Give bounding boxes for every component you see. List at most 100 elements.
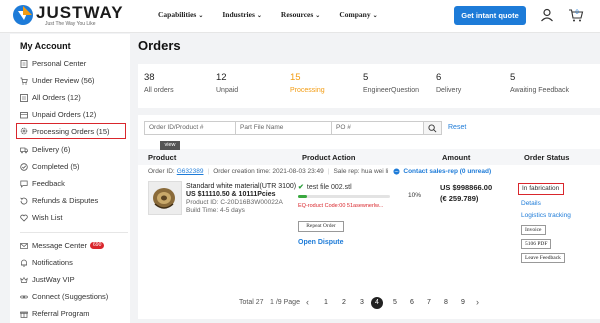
meta-separator: | <box>327 168 330 175</box>
sidebar-item-notifications[interactable]: Notifications <box>20 256 128 269</box>
instant-quote-button[interactable]: Get intant quote <box>454 6 526 25</box>
sidebar-item-referral[interactable]: Referral Program <box>20 307 128 320</box>
order-id-label: Order ID: <box>148 168 175 175</box>
chat-bubble-icon <box>393 168 400 175</box>
sidebar-item-personal-center[interactable]: Personal Center <box>20 57 128 70</box>
sidebar-item-label: Completed (5) <box>32 162 80 171</box>
link-icon <box>20 295 28 298</box>
sidebar-item-wish-list[interactable]: Wish List <box>20 211 128 224</box>
page-9[interactable]: 9 <box>457 297 469 309</box>
sidebar-item-message-center[interactable]: Message Center 690 <box>20 239 128 252</box>
sidebar-item-label: Refunds & Disputes <box>32 196 99 205</box>
stat-count: 5 <box>510 72 516 83</box>
upload-progress-percent: 10% <box>408 192 422 199</box>
sidebar-item-unpaid-orders[interactable]: Unpaid Orders (12) <box>20 108 128 121</box>
sidebar-item-label: Feedback <box>32 179 65 188</box>
sidebar-item-under-review[interactable]: Under Review (56) <box>20 74 128 87</box>
sidebar-item-label: All Orders (12) <box>32 93 81 102</box>
user-icon[interactable] <box>540 8 554 22</box>
contact-sales-rep-link[interactable]: Contact sales-rep (0 unread) <box>403 168 491 175</box>
amount-eur: (€ 259.789) <box>440 194 479 203</box>
check-icon: ✔ <box>298 184 304 191</box>
leave-feedback-button[interactable]: Leave Feedback <box>521 253 565 263</box>
main-nav: Capabilities ⌄ Industries ⌄ Resources ⌄ Com… <box>158 10 397 22</box>
stat-delivery[interactable]: 6 Delivery <box>436 72 461 94</box>
open-dispute-link[interactable]: Open Dispute <box>298 239 344 246</box>
nav-resources[interactable]: Resources ⌄ <box>281 10 320 22</box>
nav-company[interactable]: Company ⌄ <box>339 10 377 22</box>
nav-industries[interactable]: Industries ⌄ <box>222 10 262 22</box>
page-8[interactable]: 8 <box>440 297 452 309</box>
logistics-tracking-link[interactable]: Logistics tracking <box>521 212 571 219</box>
page-7[interactable]: 7 <box>423 297 435 309</box>
sidebar-item-all-orders[interactable]: All Orders (12) <box>20 91 128 104</box>
nav-capabilities[interactable]: Capabilities ⌄ <box>158 10 203 22</box>
sidebar-item-feedback[interactable]: Feedback <box>20 177 128 190</box>
check-circle-icon <box>20 162 28 171</box>
page-6[interactable]: 6 <box>406 297 418 309</box>
product-material: Standard white material(UTR 3100) <box>186 183 297 190</box>
brand-name: JUSTWAY <box>36 3 124 22</box>
sidebar-item-refunds[interactable]: Refunds & Disputes <box>20 194 128 207</box>
page-4-current[interactable]: 4 <box>371 297 383 309</box>
view-button[interactable]: view <box>160 141 180 150</box>
stat-awaiting-feedback[interactable]: 5 Awaiting Feedback <box>510 72 569 94</box>
message-count-badge: 690 <box>90 242 105 249</box>
col-product: Product <box>148 153 177 162</box>
next-page-icon[interactable]: › <box>476 297 479 307</box>
chevron-down-icon: ⌄ <box>198 13 204 19</box>
stat-engineer-question[interactable]: 5 EngineerQuestion <box>363 72 419 94</box>
sidebar-item-completed[interactable]: Completed (5) <box>20 160 128 173</box>
orders-main: Orders 38 All orders 12 Unpaid 15 Proces… <box>138 34 600 323</box>
pdf-button[interactable]: 5106 PDF <box>521 239 552 249</box>
chat-icon <box>20 180 28 188</box>
search-button[interactable] <box>424 121 442 135</box>
justway-logo[interactable]: JUSTWAY Just The Way You Like <box>12 3 124 29</box>
sidebar-item-label: Processing Orders (15) <box>32 126 110 136</box>
product-action: ✔ test file 002.stl 10% EQ-roduct Code:0… <box>298 183 428 246</box>
account-sidebar: My Account Personal Center Under Review … <box>10 34 130 323</box>
page-2[interactable]: 2 <box>338 297 350 309</box>
gear-icon <box>20 127 28 135</box>
page-title: Orders <box>138 38 181 53</box>
stat-unpaid[interactable]: 12 Unpaid <box>216 72 238 94</box>
justway-logo-icon <box>13 5 33 25</box>
chevron-down-icon: ⌄ <box>372 13 378 19</box>
page-3[interactable]: 3 <box>356 297 368 309</box>
file-name[interactable]: test file 002.stl <box>307 184 352 191</box>
amount-usd: US $998866.00 <box>440 183 493 192</box>
stat-all-orders[interactable]: 38 All orders <box>144 72 174 94</box>
sidebar-item-vip[interactable]: JustWay VIP <box>20 273 128 286</box>
order-id-link[interactable]: G632389 <box>177 168 204 175</box>
col-product-action: Product Action <box>302 153 356 162</box>
sidebar-item-connect[interactable]: Connect (Suggestions) <box>20 290 128 303</box>
po-input[interactable]: PO # <box>332 121 424 135</box>
vip-icon <box>20 276 28 283</box>
sidebar-item-processing-orders[interactable]: Processing Orders (15) <box>16 123 126 139</box>
order-meta: Order ID: G632389 | Order creation time:… <box>148 168 491 175</box>
sidebar-item-label: Unpaid Orders (12) <box>32 110 97 119</box>
prev-page-icon[interactable]: ‹ <box>306 297 309 307</box>
order-id-input[interactable]: Order ID/Product # <box>144 121 236 135</box>
sidebar-item-delivery[interactable]: Delivery (6) <box>20 143 128 156</box>
page-5[interactable]: 5 <box>389 297 401 309</box>
details-link[interactable]: Details <box>521 200 541 207</box>
invoice-button[interactable]: Invoice <box>521 225 546 235</box>
chevron-down-icon: ⌄ <box>256 13 262 19</box>
repeat-order-button[interactable]: Repeat Order <box>298 221 344 232</box>
sidebar-item-label: Referral Program <box>32 309 90 318</box>
part-file-input[interactable]: Part File Name <box>236 121 332 135</box>
sidebar-title: My Account <box>20 41 71 51</box>
reset-link[interactable]: Reset <box>448 121 466 135</box>
file-row: ✔ test file 002.stl <box>298 183 428 192</box>
product-thumbnail[interactable] <box>148 181 182 215</box>
eq-product-code[interactable]: EQ-roduct Code:00 51asewnerlw... <box>298 203 383 209</box>
upload-progress-fill <box>298 195 308 198</box>
page-1[interactable]: 1 <box>320 297 332 309</box>
product-price-qty: US $11110.50 & 10111Pcies <box>186 191 276 198</box>
sidebar-item-label: Delivery (6) <box>32 145 71 154</box>
wallet-icon <box>20 111 28 118</box>
stat-processing[interactable]: 15 Processing <box>290 72 325 94</box>
order-creation-time: Order creation time: 2021-08-03 23:49 <box>213 168 324 175</box>
sidebar-item-label: Under Review (56) <box>32 76 95 85</box>
